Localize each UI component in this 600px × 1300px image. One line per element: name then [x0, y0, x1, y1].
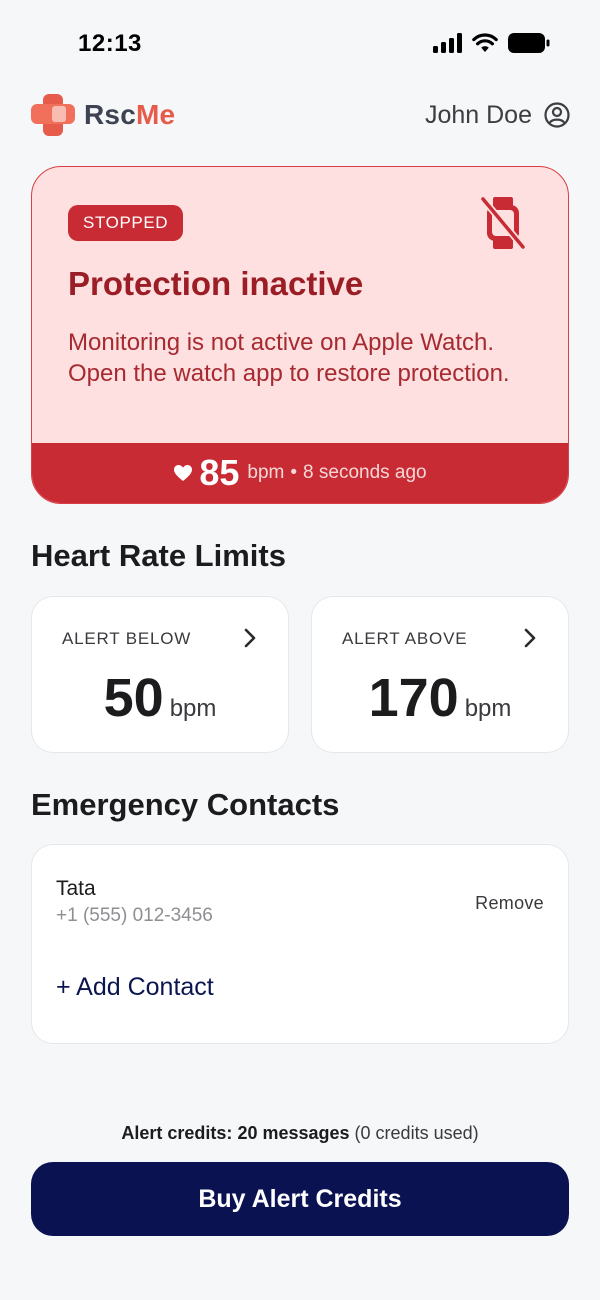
- alert-above-value: 170: [368, 668, 459, 728]
- heart-rate-strip: 85 bpm • 8 seconds ago: [32, 443, 568, 503]
- heart-icon: [174, 465, 193, 481]
- status-time: 12:13: [78, 30, 142, 57]
- battery-icon: [508, 33, 550, 53]
- alert-below-card[interactable]: ALERT BELOW 50 bpm: [31, 596, 289, 753]
- heart-rate-value: 85: [199, 452, 240, 493]
- user-circle-icon: [544, 102, 570, 128]
- brand-name: RscMe: [84, 99, 175, 131]
- alert-above-card[interactable]: ALERT ABOVE 170 bpm: [311, 596, 569, 753]
- chevron-right-icon: [524, 628, 536, 648]
- user-name: John Doe: [424, 100, 532, 129]
- wifi-icon: [472, 33, 498, 52]
- credits-used: (0 credits used): [354, 1123, 479, 1143]
- user-menu[interactable]: John Doe: [425, 101, 570, 130]
- alert-above-label: ALERT ABOVE: [342, 629, 468, 648]
- alert-credits-info: Alert credits: 20 messages (0 credits us…: [0, 1123, 600, 1144]
- contact-name: Tata: [56, 877, 96, 900]
- brand-name-rsc: Rsc: [84, 99, 136, 130]
- remove-contact-button[interactable]: Remove: [475, 893, 544, 914]
- alert-below-unit: bpm: [169, 695, 217, 722]
- protection-status-card: STOPPED Protection inactive Monitoring i…: [31, 166, 569, 504]
- alert-above-value-row: 170 bpm: [312, 667, 568, 729]
- protection-description: Monitoring is not active on Apple Watch.…: [68, 329, 510, 387]
- alert-below-label: ALERT BELOW: [62, 629, 192, 648]
- alert-below-value-row: 50 bpm: [32, 667, 288, 729]
- status-bar: 12:13: [0, 0, 600, 90]
- watch-off-icon: [480, 196, 526, 250]
- status-icons: [433, 32, 550, 54]
- chevron-right-icon: [244, 628, 256, 648]
- heart-cross-icon: [31, 94, 75, 136]
- heart-rate-separator: •: [290, 462, 298, 483]
- cellular-signal-icon: [433, 33, 462, 53]
- add-contact-button[interactable]: + Add Contact: [56, 973, 214, 1002]
- emergency-contacts-title: Emergency Contacts: [31, 787, 340, 822]
- heart-rate-timestamp: 8 seconds ago: [303, 462, 427, 483]
- brand-name-me: Me: [135, 99, 176, 130]
- heart-rate-unit: bpm: [247, 462, 285, 483]
- status-badge: STOPPED: [68, 205, 184, 241]
- heart-rate-limits-title: Heart Rate Limits: [31, 538, 286, 573]
- contact-phone: +1 (555) 012-3456: [56, 905, 213, 926]
- brand-logo: RscMe: [30, 92, 175, 138]
- credits-label: Alert credits:: [121, 1123, 233, 1143]
- app-header: RscMe John Doe: [30, 90, 570, 140]
- alert-below-value: 50: [103, 668, 164, 728]
- credits-count: 20 messages: [237, 1123, 350, 1143]
- buy-alert-credits-button[interactable]: Buy Alert Credits: [31, 1162, 569, 1236]
- alert-above-unit: bpm: [464, 695, 512, 722]
- protection-title: Protection inactive: [68, 265, 364, 302]
- contacts-card: Tata +1 (555) 012-3456 Remove + Add Cont…: [31, 844, 569, 1044]
